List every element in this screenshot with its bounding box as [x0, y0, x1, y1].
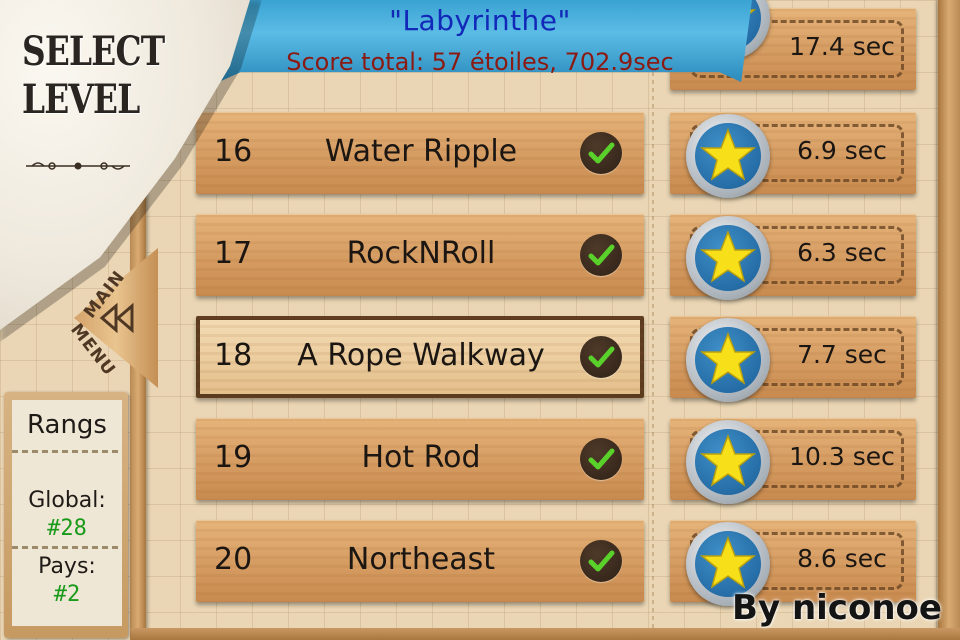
global-rank-label: Global: [28, 488, 106, 513]
level-row[interactable]: 17 RockNRoll [196, 214, 644, 296]
rankings-separator [12, 450, 122, 453]
wood-frame-right [938, 0, 960, 640]
level-number: 20 [214, 542, 253, 577]
global-rank-value: #28 [47, 516, 87, 541]
level-score: 6.3 sec [670, 214, 916, 300]
score-time: 17.4 sec [789, 32, 895, 61]
level-number: 19 [214, 440, 253, 475]
score-time: 8.6 sec [797, 544, 887, 573]
game-title: "Labyrinthe" [389, 4, 571, 37]
country-rank-label: Pays: [38, 554, 96, 579]
level-row[interactable]: 20 Northeast [196, 520, 644, 602]
score-time: 7.7 sec [797, 340, 887, 369]
level-row[interactable]: 19 Hot Rod [196, 418, 644, 500]
check-mark-icon [580, 540, 622, 582]
rankings-separator [12, 546, 122, 549]
total-score: Score total: 57 étoiles, 702.9sec [286, 48, 674, 76]
level-number: 17 [214, 236, 253, 271]
score-time: 6.9 sec [797, 136, 887, 165]
level-name: A Rope Walkway [297, 338, 545, 373]
wood-frame-bottom [130, 628, 960, 640]
author-credit: By niconoe [732, 588, 942, 628]
level-score: 7.7 sec [670, 316, 916, 402]
check-mark-icon [580, 336, 622, 378]
country-rank-value: #2 [53, 582, 81, 607]
level-name: RockNRoll [346, 236, 496, 271]
rankings-title: Rangs [27, 410, 107, 440]
screen-title: SELECT LEVEL [22, 28, 165, 124]
level-number: 18 [214, 338, 253, 373]
level-name: Northeast [346, 542, 496, 577]
double-left-arrow-icon [99, 302, 134, 334]
check-mark-icon [580, 438, 622, 480]
level-name: Water Ripple [324, 134, 518, 169]
column-divider [652, 0, 654, 640]
level-row[interactable]: 16 Water Ripple [196, 112, 644, 194]
level-name: Hot Rod [361, 440, 481, 475]
rankings-panel: Rangs Global: #28 Pays: #2 [4, 392, 128, 638]
level-score: 10.3 sec [670, 418, 916, 504]
check-mark-icon [580, 234, 622, 276]
star-badge-icon [686, 114, 770, 198]
screen-title-line1: SELECT [22, 28, 165, 75]
check-mark-icon [580, 132, 622, 174]
main-menu-button[interactable]: MAIN MENU [66, 248, 158, 388]
level-number: 16 [214, 134, 253, 169]
level-row[interactable]: 18 A Rope Walkway [196, 316, 644, 398]
ornament-flourish-icon [26, 162, 130, 170]
score-time: 10.3 sec [789, 442, 895, 471]
score-time: 6.3 sec [797, 238, 887, 267]
screen-title-line2: LEVEL [22, 76, 140, 123]
level-score: 6.9 sec [670, 112, 916, 198]
star-badge-icon [686, 216, 770, 300]
star-badge-icon [686, 318, 770, 402]
star-badge-icon [686, 420, 770, 504]
